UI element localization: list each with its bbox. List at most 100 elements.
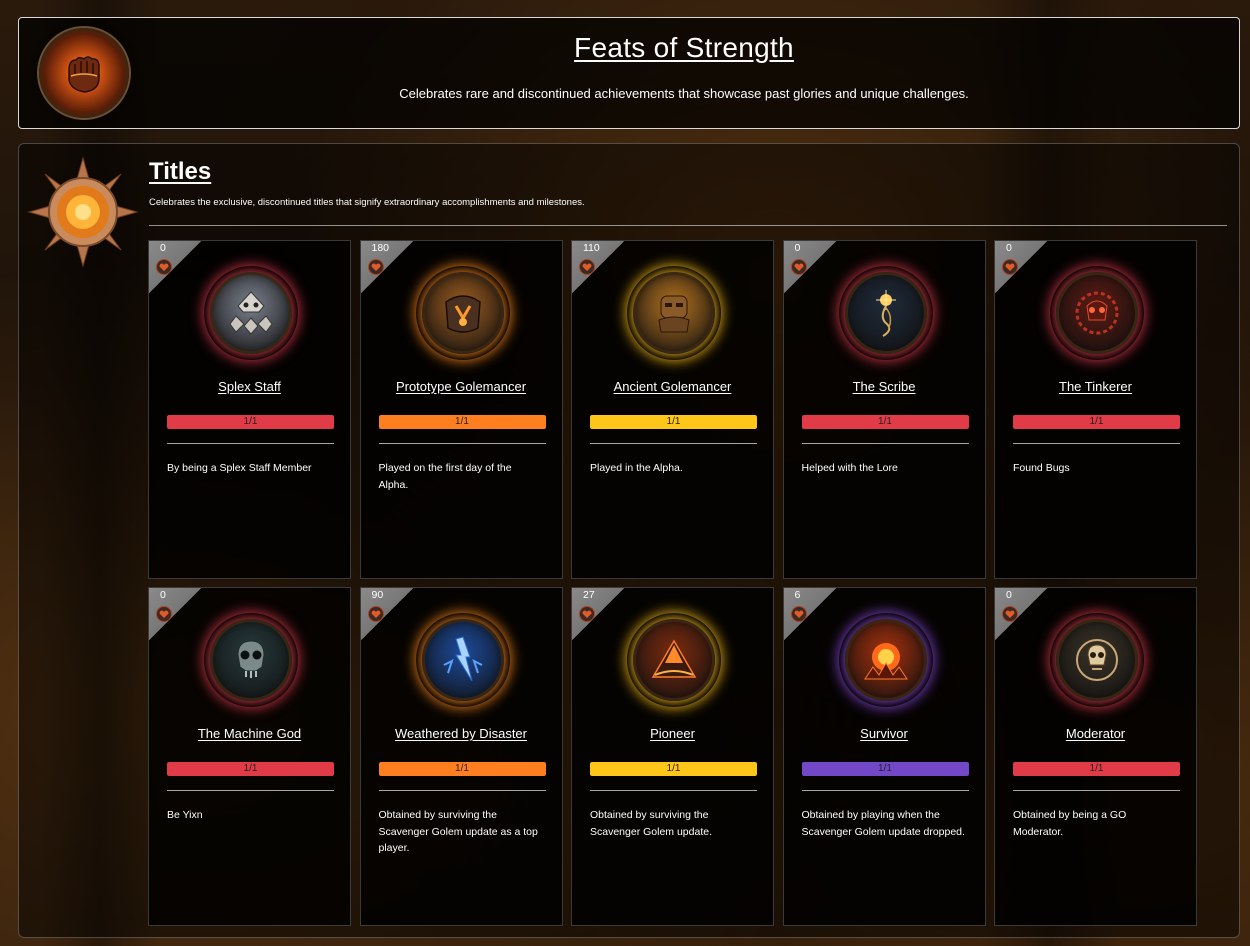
card-divider xyxy=(590,790,757,791)
heart-icon xyxy=(579,606,595,622)
section-divider xyxy=(149,225,1227,226)
section-subtitle: Celebrates the exclusive, discontinued t… xyxy=(149,197,585,208)
section-title: Titles xyxy=(149,158,212,185)
title-card[interactable]: 90 Weathered by Disaster 1/1 Obtained by… xyxy=(359,587,563,926)
progress-bar: 1/1 xyxy=(378,762,546,776)
owner-count: 6 xyxy=(794,589,801,601)
progress-bar: 1/1 xyxy=(801,415,969,429)
title-name[interactable]: Survivor xyxy=(784,726,985,741)
page-title: Feats of Strength xyxy=(574,32,794,63)
medal-glow xyxy=(838,613,933,707)
medal-glow xyxy=(1050,613,1144,707)
golem-armor-icon xyxy=(444,295,481,333)
title-name[interactable]: Weathered by Disaster xyxy=(361,726,562,741)
medal-glow xyxy=(627,613,721,707)
progress-bar: 1/1 xyxy=(167,762,334,776)
title-description: Obtained by surviving the Scavenger Gole… xyxy=(378,809,538,854)
card-divider xyxy=(167,443,334,444)
title-name[interactable]: Ancient Golemancer xyxy=(572,379,773,394)
medal-glow xyxy=(415,266,510,360)
heart-icon xyxy=(367,606,384,622)
heart-icon xyxy=(156,259,172,275)
progress-text: 1/1 xyxy=(455,416,469,427)
sun-medallion-icon xyxy=(27,156,139,268)
title-card[interactable]: 0 Moderator 1/1 Obtained by being a GO M… xyxy=(994,587,1197,926)
progress-text: 1/1 xyxy=(878,416,892,427)
volcano-peak-icon xyxy=(651,639,697,678)
progress-bar: 1/1 xyxy=(378,415,546,429)
card-divider xyxy=(378,790,546,791)
shield-skull-icon xyxy=(1076,639,1118,681)
owner-count: 90 xyxy=(371,589,384,601)
title-description: Be Yixn xyxy=(167,809,203,821)
card-divider xyxy=(1013,443,1180,444)
card-divider xyxy=(801,443,969,444)
title-name[interactable]: Prototype Golemancer xyxy=(361,379,562,394)
card-divider xyxy=(378,443,546,444)
progress-bar: 1/1 xyxy=(590,415,757,429)
title-card[interactable]: 27 Pioneer 1/1 Obtained by surviving the… xyxy=(571,587,774,926)
medal-glow xyxy=(415,613,510,707)
title-name[interactable]: Moderator xyxy=(995,726,1196,741)
titles-section: Titles Celebrates the exclusive, discont… xyxy=(18,143,1240,938)
heart-icon xyxy=(1002,259,1018,275)
card-divider xyxy=(167,790,334,791)
owner-count: 0 xyxy=(160,589,166,601)
title-name[interactable]: Splex Staff xyxy=(149,379,350,394)
progress-text: 1/1 xyxy=(666,763,681,774)
card-divider xyxy=(1013,790,1180,791)
title-card[interactable]: 180 Prototype Golemancer 1/1 Played on t… xyxy=(359,240,563,579)
owner-count: 27 xyxy=(583,589,595,601)
owner-count: 0 xyxy=(1006,242,1012,254)
card-divider xyxy=(801,790,969,791)
heart-icon xyxy=(790,259,807,275)
lightning-storm-icon xyxy=(443,636,482,682)
title-card[interactable]: 0 Splex Staff 1/1 By being a Splex Staff… xyxy=(148,240,351,579)
progress-text: 1/1 xyxy=(1089,763,1104,774)
title-name[interactable]: The Scribe xyxy=(784,379,985,394)
title-description: Obtained by playing when the Scavenger G… xyxy=(801,809,965,838)
progress-bar: 1/1 xyxy=(801,762,969,776)
medal-glow xyxy=(204,613,298,707)
progress-text: 1/1 xyxy=(878,763,892,774)
title-description: Obtained by surviving the Scavenger Gole… xyxy=(590,809,712,838)
medal-glow xyxy=(838,266,933,360)
owner-count: 110 xyxy=(583,242,600,254)
feats-header: Feats of Strength Celebrates rare and di… xyxy=(18,17,1240,129)
medal-glow xyxy=(627,266,721,360)
owner-count: 0 xyxy=(794,242,801,254)
title-name[interactable]: The Tinkerer xyxy=(995,379,1196,394)
progress-bar: 1/1 xyxy=(1013,415,1180,429)
ancient-golem-icon xyxy=(658,295,690,333)
progress-text: 1/1 xyxy=(243,763,258,774)
title-description: By being a Splex Staff Member xyxy=(167,462,312,474)
owner-count: 180 xyxy=(371,242,390,254)
machine-skull-icon xyxy=(237,640,265,678)
skull-crest-icon xyxy=(229,291,273,335)
medal-glow xyxy=(204,266,298,360)
card-divider xyxy=(590,443,757,444)
title-description: Found Bugs xyxy=(1013,462,1070,474)
owner-count: 0 xyxy=(1006,589,1012,601)
title-card[interactable]: 0 The Tinkerer 1/1 Found Bugs xyxy=(994,240,1197,579)
progress-bar: 1/1 xyxy=(167,415,334,429)
progress-text: 1/1 xyxy=(243,416,258,427)
heart-icon xyxy=(1002,606,1018,622)
title-description: Played in the Alpha. xyxy=(590,462,683,474)
title-description: Obtained by being a GO Moderator. xyxy=(1013,809,1127,838)
progress-text: 1/1 xyxy=(666,416,681,427)
gear-skull-icon xyxy=(1075,291,1119,335)
heart-icon xyxy=(367,259,384,275)
title-card[interactable]: 6 Survivor 1/1 Obtained by playing when … xyxy=(782,587,986,926)
title-card[interactable]: 110 Ancient Golemancer 1/1 Played in the… xyxy=(571,240,774,579)
fiery-explosion-icon xyxy=(863,643,908,680)
title-name[interactable]: Pioneer xyxy=(572,726,773,741)
heart-icon xyxy=(790,606,807,622)
heart-icon xyxy=(579,259,595,275)
progress-text: 1/1 xyxy=(1089,416,1104,427)
title-card[interactable]: 0 The Machine God 1/1 Be Yixn xyxy=(148,587,351,926)
title-card[interactable]: 0 The Scribe 1/1 Helped with the Lore xyxy=(782,240,986,579)
page-subtitle: Celebrates rare and discontinued achieve… xyxy=(399,86,969,101)
title-name[interactable]: The Machine God xyxy=(149,726,350,741)
progress-bar: 1/1 xyxy=(1013,762,1180,776)
